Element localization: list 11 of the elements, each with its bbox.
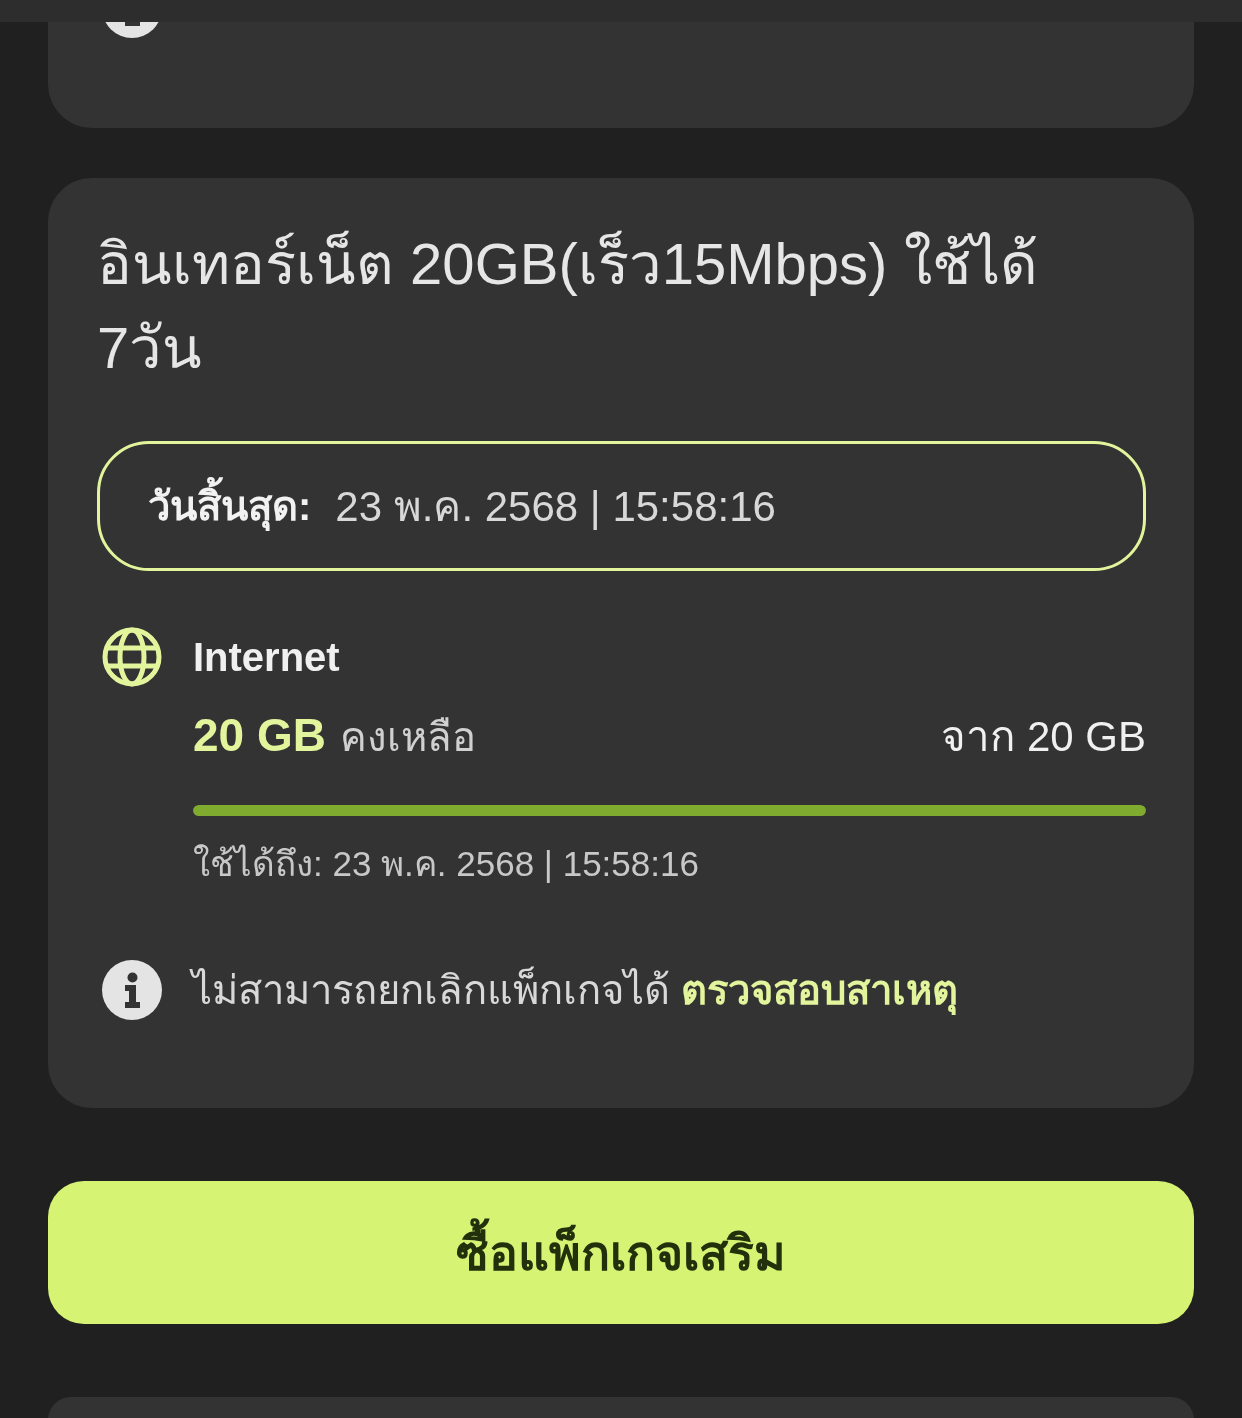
package-title: อินเทอร์เน็ต 20GB(เร็ว15Mbps) ใช้ได้ 7วัน xyxy=(97,229,1039,382)
total-amount: จาก 20 GB xyxy=(941,712,1146,762)
remaining-amount: 20 GB xyxy=(193,709,326,761)
buy-addon-button[interactable]: ซื้อแพ็กเกจเสริม xyxy=(48,1181,1194,1324)
remaining-label: คงเหลือ xyxy=(339,715,476,759)
quota-name: Internet xyxy=(193,634,341,680)
info-icon xyxy=(102,960,162,1020)
expiry-value: 23 พ.ค. 2568 | 15:58:16 xyxy=(335,482,776,532)
globe-icon xyxy=(102,627,162,687)
valid-until-text: ใช้ได้ถึง: 23 พ.ค. 2568 | 15:58:16 xyxy=(193,843,700,885)
expiry-label: วันสิ้นสุด: xyxy=(148,474,312,538)
